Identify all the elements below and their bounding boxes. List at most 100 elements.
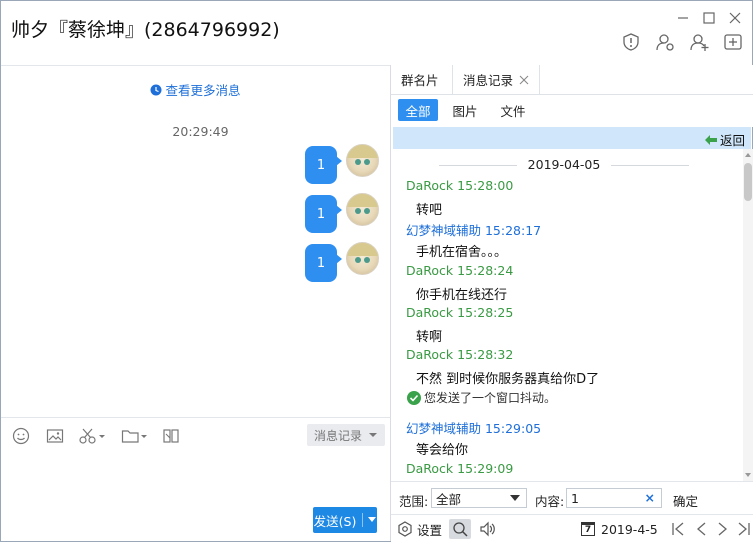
tab-label: 群名片	[401, 73, 439, 88]
message-text: 不然 到时候你服务器真给你D了	[416, 372, 600, 387]
range-value: 全部	[436, 491, 462, 507]
scroll-up-icon[interactable]	[743, 151, 753, 159]
back-bar: 返回	[393, 127, 751, 149]
maximize-button[interactable]	[700, 9, 718, 27]
check-circle-icon	[407, 390, 421, 405]
content-value: 1	[571, 490, 579, 506]
range-label: 范围:	[399, 494, 429, 509]
file-button[interactable]	[120, 426, 150, 446]
input-toolbar: 消息记录	[1, 417, 390, 454]
message-history-button[interactable]: 消息记录	[307, 424, 385, 446]
next-page-button[interactable]	[717, 519, 729, 539]
tab-message-history[interactable]: 消息记录	[452, 65, 541, 94]
scroll-down-icon[interactable]	[743, 471, 753, 479]
history-search-bar: 范围: 全部 内容: 1 × 确定	[391, 481, 753, 514]
settings-button[interactable]: 设置	[397, 519, 442, 539]
content-label: 内容:	[535, 494, 565, 509]
message-bubble[interactable]: 1	[305, 146, 342, 184]
back-button[interactable]: 返回	[704, 130, 745, 149]
message-text: 手机在宿舍。。。	[416, 245, 508, 260]
image-icon	[46, 429, 64, 443]
emoji-button[interactable]	[9, 426, 33, 446]
first-page-button[interactable]	[671, 519, 685, 539]
search-button[interactable]	[449, 519, 471, 539]
send-options-button[interactable]	[362, 513, 377, 527]
scroll-thumb[interactable]	[744, 163, 752, 201]
message-text: 你手机在线还行	[416, 288, 508, 303]
history-label: 消息记录	[313, 428, 362, 443]
shield-icon	[623, 33, 639, 51]
add-app-icon	[724, 34, 742, 50]
prev-page-button[interactable]	[695, 519, 707, 539]
message-sender[interactable]: 幻梦神域辅助 15:29:05	[406, 418, 541, 437]
filter-files[interactable]: 文件	[493, 99, 533, 121]
search-icon	[453, 522, 468, 537]
content-search-input[interactable]: 1 ×	[566, 488, 662, 508]
chevron-down-icon	[368, 517, 377, 522]
avatar[interactable]	[346, 144, 379, 177]
calendar-icon: 7	[581, 522, 595, 536]
view-more-messages-link[interactable]: 查看更多消息	[1, 80, 390, 99]
clear-search-icon[interactable]: ×	[645, 490, 655, 505]
message-timestamp: 20:29:49	[172, 124, 229, 139]
last-page-button[interactable]	[737, 519, 751, 539]
message-text: 转啊	[416, 330, 443, 345]
avatar[interactable]	[346, 242, 379, 275]
message-sender[interactable]: 幻梦神域辅助 15:28:17	[406, 220, 541, 239]
message-text: 等会给你	[416, 443, 469, 458]
last-page-icon	[738, 522, 750, 536]
user-settings-icon	[656, 34, 674, 51]
close-button[interactable]	[726, 9, 744, 27]
message-sender[interactable]: DaRock 15:28:00	[406, 178, 513, 193]
range-select[interactable]: 全部	[431, 488, 527, 508]
first-page-icon	[672, 522, 684, 536]
avatar[interactable]	[346, 193, 379, 226]
emoji-icon	[12, 427, 30, 445]
clock-icon	[150, 84, 162, 96]
close-icon[interactable]	[519, 75, 529, 85]
minimize-button[interactable]	[674, 9, 692, 27]
message-sender[interactable]: DaRock 15:29:09	[406, 461, 513, 476]
message-text: 转吧	[416, 203, 443, 218]
close-icon	[729, 12, 741, 24]
title-bar: 帅夕『蔡徐坤』(2864796992)	[1, 1, 752, 65]
shield-button[interactable]	[620, 31, 642, 53]
date-picker[interactable]: 7 2019-4-5	[581, 519, 658, 539]
shake-notice: 您发送了一个窗口抖动。	[407, 389, 556, 406]
side-panel: 群名片 消息记录 全部 图片 文件 返回 2019-04-05 DaRock 1…	[390, 65, 753, 542]
search-confirm-button[interactable]: 确定	[673, 491, 698, 510]
add-user-icon	[690, 34, 709, 51]
minimize-icon	[678, 17, 688, 19]
sound-button[interactable]	[479, 519, 497, 539]
message-bubble[interactable]: 1	[305, 244, 342, 282]
more-apps-button[interactable]	[722, 31, 744, 53]
back-arrow-icon	[704, 134, 717, 145]
filter-images[interactable]: 图片	[445, 99, 485, 121]
chevron-left-icon	[697, 522, 706, 536]
send-button[interactable]: 发送(S)	[313, 507, 377, 533]
folder-icon	[121, 430, 147, 443]
message-sender[interactable]: DaRock 15:28:32	[406, 347, 513, 362]
message-sender[interactable]: DaRock 15:28:25	[406, 305, 513, 320]
window-controls	[674, 9, 744, 27]
title-toolbar	[620, 31, 744, 53]
image-button[interactable]	[43, 426, 67, 446]
tab-group-card[interactable]: 群名片	[391, 65, 449, 94]
apps-icon	[163, 429, 179, 443]
send-label: 发送(S)	[313, 513, 357, 529]
current-date: 2019-4-5	[601, 521, 658, 537]
message-sender[interactable]: DaRock 15:28:24	[406, 263, 513, 278]
screenshot-button[interactable]	[77, 426, 107, 446]
add-member-button[interactable]	[688, 31, 710, 53]
settings-label: 设置	[417, 522, 443, 538]
more-tools-button[interactable]	[159, 426, 183, 446]
shake-notice-text: 您发送了一个窗口抖动。	[424, 391, 557, 405]
scissors-icon	[79, 428, 105, 444]
side-tabs: 群名片 消息记录	[391, 65, 753, 95]
chevron-down-icon	[510, 495, 520, 501]
member-settings-button[interactable]	[654, 31, 676, 53]
filter-all[interactable]: 全部	[398, 99, 438, 121]
chevron-right-icon	[718, 522, 727, 536]
history-scrollbar[interactable]	[743, 149, 753, 481]
message-bubble[interactable]: 1	[305, 195, 342, 233]
